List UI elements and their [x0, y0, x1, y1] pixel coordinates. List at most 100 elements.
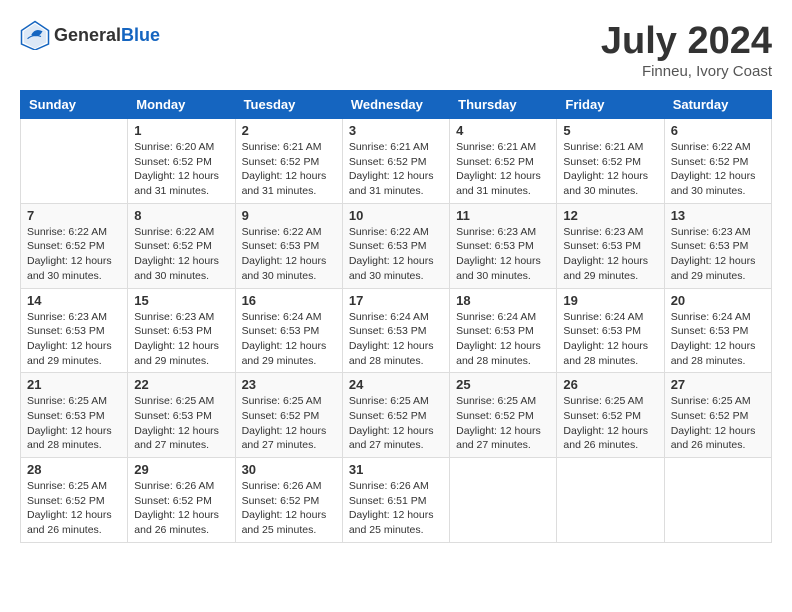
- calendar-location: Finneu, Ivory Coast: [601, 63, 772, 80]
- day-number: 31: [349, 462, 443, 477]
- calendar-header-row: SundayMondayTuesdayWednesdayThursdayFrid…: [21, 91, 772, 119]
- day-info: Sunrise: 6:22 AM Sunset: 6:52 PM Dayligh…: [134, 225, 228, 284]
- calendar-week-row: 14Sunrise: 6:23 AM Sunset: 6:53 PM Dayli…: [21, 288, 772, 373]
- day-number: 5: [563, 123, 657, 138]
- calendar-day-cell: [21, 119, 128, 204]
- calendar-day-cell: 7 Sunrise: 6:22 AM Sunset: 6:52 PM Daylig…: [21, 203, 128, 288]
- day-number: 29: [134, 462, 228, 477]
- calendar-day-cell: 9 Sunrise: 6:22 AM Sunset: 6:53 PM Daylig…: [235, 203, 342, 288]
- calendar-day-cell: 2Sunrise: 6:21 AM Sunset: 6:52 PM Daylig…: [235, 119, 342, 204]
- calendar-day-cell: 4Sunrise: 6:21 AM Sunset: 6:52 PM Daylig…: [450, 119, 557, 204]
- weekday-header: Tuesday: [235, 91, 342, 119]
- calendar-day-cell: 21 Sunrise: 6:25 AM Sunset: 6:53 PM Dayli…: [21, 373, 128, 458]
- calendar-day-cell: 20 Sunrise: 6:24 AM Sunset: 6:53 PM Dayli…: [664, 288, 771, 373]
- day-number: 3: [349, 123, 443, 138]
- day-info: Sunrise: 6:26 AM Sunset: 6:51 PM Dayligh…: [349, 479, 443, 538]
- day-info: Sunrise: 6:24 AM Sunset: 6:53 PM Dayligh…: [349, 310, 443, 369]
- logo-text: GeneralBlue: [54, 25, 160, 46]
- day-number: 27: [671, 377, 765, 392]
- calendar-day-cell: 15 Sunrise: 6:23 AM Sunset: 6:53 PM Dayli…: [128, 288, 235, 373]
- day-number: 24: [349, 377, 443, 392]
- day-number: 22: [134, 377, 228, 392]
- calendar-week-row: 28 Sunrise: 6:25 AM Sunset: 6:52 PM Dayli…: [21, 458, 772, 543]
- day-number: 6: [671, 123, 765, 138]
- day-info: Sunrise: 6:26 AM Sunset: 6:52 PM Dayligh…: [134, 479, 228, 538]
- day-info: Sunrise: 6:24 AM Sunset: 6:53 PM Dayligh…: [563, 310, 657, 369]
- calendar-week-row: 7 Sunrise: 6:22 AM Sunset: 6:52 PM Daylig…: [21, 203, 772, 288]
- calendar-day-cell: 12Sunrise: 6:23 AM Sunset: 6:53 PM Dayli…: [557, 203, 664, 288]
- day-info: Sunrise: 6:25 AM Sunset: 6:53 PM Dayligh…: [134, 394, 228, 453]
- calendar-day-cell: 11 Sunrise: 6:23 AM Sunset: 6:53 PM Dayli…: [450, 203, 557, 288]
- calendar-day-cell: 5 Sunrise: 6:21 AM Sunset: 6:52 PM Daylig…: [557, 119, 664, 204]
- day-info: Sunrise: 6:25 AM Sunset: 6:53 PM Dayligh…: [27, 394, 121, 453]
- day-number: 13: [671, 208, 765, 223]
- day-number: 12: [563, 208, 657, 223]
- day-info: Sunrise: 6:23 AM Sunset: 6:53 PM Dayligh…: [134, 310, 228, 369]
- day-number: 17: [349, 293, 443, 308]
- calendar-day-cell: 25 Sunrise: 6:25 AM Sunset: 6:52 PM Dayli…: [450, 373, 557, 458]
- day-number: 10: [349, 208, 443, 223]
- day-info: Sunrise: 6:22 AM Sunset: 6:52 PM Dayligh…: [27, 225, 121, 284]
- calendar-day-cell: 28 Sunrise: 6:25 AM Sunset: 6:52 PM Dayli…: [21, 458, 128, 543]
- day-info: Sunrise: 6:20 AM Sunset: 6:52 PM Dayligh…: [134, 140, 228, 199]
- calendar-day-cell: 16Sunrise: 6:24 AM Sunset: 6:53 PM Dayli…: [235, 288, 342, 373]
- calendar-day-cell: 26 Sunrise: 6:25 AM Sunset: 6:52 PM Dayli…: [557, 373, 664, 458]
- day-number: 30: [242, 462, 336, 477]
- day-info: Sunrise: 6:24 AM Sunset: 6:53 PM Dayligh…: [456, 310, 550, 369]
- day-number: 7: [27, 208, 121, 223]
- day-number: 18: [456, 293, 550, 308]
- calendar-day-cell: [557, 458, 664, 543]
- day-number: 15: [134, 293, 228, 308]
- day-info: Sunrise: 6:25 AM Sunset: 6:52 PM Dayligh…: [563, 394, 657, 453]
- day-info: Sunrise: 6:22 AM Sunset: 6:52 PM Dayligh…: [671, 140, 765, 199]
- day-number: 2: [242, 123, 336, 138]
- day-info: Sunrise: 6:25 AM Sunset: 6:52 PM Dayligh…: [242, 394, 336, 453]
- day-info: Sunrise: 6:22 AM Sunset: 6:53 PM Dayligh…: [242, 225, 336, 284]
- calendar-day-cell: 19Sunrise: 6:24 AM Sunset: 6:53 PM Dayli…: [557, 288, 664, 373]
- calendar-day-cell: 22 Sunrise: 6:25 AM Sunset: 6:53 PM Dayli…: [128, 373, 235, 458]
- day-info: Sunrise: 6:25 AM Sunset: 6:52 PM Dayligh…: [456, 394, 550, 453]
- day-number: 8: [134, 208, 228, 223]
- calendar-day-cell: 30Sunrise: 6:26 AM Sunset: 6:52 PM Dayli…: [235, 458, 342, 543]
- day-number: 20: [671, 293, 765, 308]
- calendar-day-cell: 10 Sunrise: 6:22 AM Sunset: 6:53 PM Dayli…: [342, 203, 449, 288]
- day-number: 26: [563, 377, 657, 392]
- calendar-day-cell: 23Sunrise: 6:25 AM Sunset: 6:52 PM Dayli…: [235, 373, 342, 458]
- day-info: Sunrise: 6:21 AM Sunset: 6:52 PM Dayligh…: [563, 140, 657, 199]
- day-number: 11: [456, 208, 550, 223]
- day-info: Sunrise: 6:23 AM Sunset: 6:53 PM Dayligh…: [456, 225, 550, 284]
- calendar-day-cell: 17 Sunrise: 6:24 AM Sunset: 6:53 PM Dayli…: [342, 288, 449, 373]
- calendar-day-cell: 31 Sunrise: 6:26 AM Sunset: 6:51 PM Dayli…: [342, 458, 449, 543]
- day-info: Sunrise: 6:24 AM Sunset: 6:53 PM Dayligh…: [242, 310, 336, 369]
- day-number: 25: [456, 377, 550, 392]
- title-block: July 2024 Finneu, Ivory Coast: [601, 20, 772, 80]
- day-info: Sunrise: 6:24 AM Sunset: 6:53 PM Dayligh…: [671, 310, 765, 369]
- calendar-title: July 2024: [601, 20, 772, 63]
- day-info: Sunrise: 6:22 AM Sunset: 6:53 PM Dayligh…: [349, 225, 443, 284]
- logo-icon: [20, 20, 50, 50]
- calendar-day-cell: 1 Sunrise: 6:20 AM Sunset: 6:52 PM Daylig…: [128, 119, 235, 204]
- calendar-day-cell: 14Sunrise: 6:23 AM Sunset: 6:53 PM Dayli…: [21, 288, 128, 373]
- calendar-day-cell: 6 Sunrise: 6:22 AM Sunset: 6:52 PM Daylig…: [664, 119, 771, 204]
- calendar-day-cell: 29 Sunrise: 6:26 AM Sunset: 6:52 PM Dayli…: [128, 458, 235, 543]
- day-number: 1: [134, 123, 228, 138]
- calendar-day-cell: 8 Sunrise: 6:22 AM Sunset: 6:52 PM Daylig…: [128, 203, 235, 288]
- logo-general: General: [54, 25, 121, 45]
- day-info: Sunrise: 6:23 AM Sunset: 6:53 PM Dayligh…: [27, 310, 121, 369]
- calendar-day-cell: [450, 458, 557, 543]
- weekday-header: Thursday: [450, 91, 557, 119]
- page-header: GeneralBlue July 2024 Finneu, Ivory Coas…: [20, 20, 772, 80]
- calendar-week-row: 1 Sunrise: 6:20 AM Sunset: 6:52 PM Daylig…: [21, 119, 772, 204]
- weekday-header: Saturday: [664, 91, 771, 119]
- logo-blue: Blue: [121, 25, 160, 45]
- logo: GeneralBlue: [20, 20, 160, 50]
- day-info: Sunrise: 6:25 AM Sunset: 6:52 PM Dayligh…: [671, 394, 765, 453]
- day-number: 9: [242, 208, 336, 223]
- calendar-day-cell: 24 Sunrise: 6:25 AM Sunset: 6:52 PM Dayli…: [342, 373, 449, 458]
- day-info: Sunrise: 6:25 AM Sunset: 6:52 PM Dayligh…: [349, 394, 443, 453]
- weekday-header: Sunday: [21, 91, 128, 119]
- day-info: Sunrise: 6:23 AM Sunset: 6:53 PM Dayligh…: [671, 225, 765, 284]
- day-number: 21: [27, 377, 121, 392]
- day-info: Sunrise: 6:25 AM Sunset: 6:52 PM Dayligh…: [27, 479, 121, 538]
- day-number: 28: [27, 462, 121, 477]
